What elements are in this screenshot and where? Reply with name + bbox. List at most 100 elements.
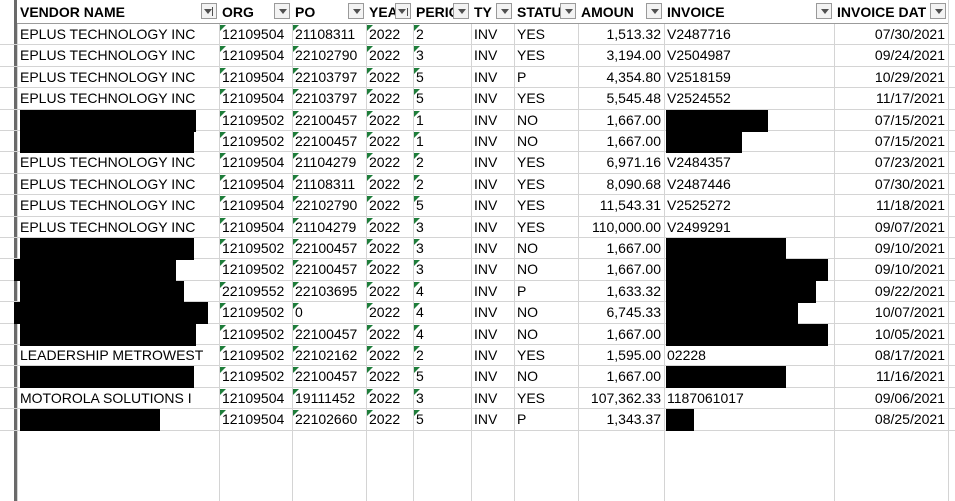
cell-vendor[interactable]: EPLUS TECHNOLOGY INC (17, 45, 219, 66)
cell-amount[interactable]: 4,354.80 (578, 67, 664, 88)
cell-po[interactable]: 22100457 (292, 131, 366, 152)
cell-invoice_date[interactable]: 09/22/2021 (834, 281, 948, 302)
cell-status[interactable]: NO (514, 238, 578, 259)
cell-org[interactable]: 12109504 (219, 388, 292, 409)
cell-type[interactable]: INV (471, 345, 514, 366)
cell-invoice[interactable]: V2487716 (664, 24, 834, 45)
cell-amount[interactable]: 3,194.00 (578, 45, 664, 66)
cell-invoice_date[interactable]: 07/30/2021 (834, 24, 948, 45)
cell-status[interactable]: YES (514, 88, 578, 109)
cell-vendor[interactable]: EPLUS TECHNOLOGY INC (17, 88, 219, 109)
cell-amount[interactable]: 1,667.00 (578, 238, 664, 259)
cell-period[interactable]: 5 (413, 195, 471, 216)
cell-invoice[interactable]: V2525272 (664, 195, 834, 216)
cell-year[interactable]: 2022 (366, 259, 413, 280)
cell-invoice_date[interactable]: 10/29/2021 (834, 67, 948, 88)
cell-invoice[interactable]: V2484357 (664, 152, 834, 173)
cell-year[interactable]: 2022 (366, 110, 413, 131)
cell-po[interactable]: 21108311 (292, 24, 366, 45)
cell-status[interactable]: YES (514, 217, 578, 238)
cell-year[interactable]: 2022 (366, 302, 413, 323)
cell-po[interactable]: 22102162 (292, 345, 366, 366)
cell-type[interactable]: INV (471, 238, 514, 259)
cell-amount[interactable]: 1,513.32 (578, 24, 664, 45)
cell-org[interactable]: 12109502 (219, 324, 292, 345)
cell-invoice_date[interactable]: 11/18/2021 (834, 195, 948, 216)
cell-po[interactable]: 19111452 (292, 388, 366, 409)
cell-invoice_date[interactable]: 11/17/2021 (834, 88, 948, 109)
header-invoice[interactable]: INVOICE (664, 0, 834, 24)
cell-type[interactable]: INV (471, 366, 514, 387)
cell-status[interactable]: NO (514, 131, 578, 152)
filter-dropdown-button[interactable] (646, 3, 662, 19)
cell-type[interactable]: INV (471, 195, 514, 216)
cell-period[interactable]: 4 (413, 281, 471, 302)
cell-po[interactable]: 21104279 (292, 152, 366, 173)
cell-po[interactable]: 22100457 (292, 110, 366, 131)
cell-year[interactable]: 2022 (366, 238, 413, 259)
header-vendor[interactable]: VENDOR NAME (17, 0, 219, 24)
cell-type[interactable]: INV (471, 302, 514, 323)
cell-status[interactable]: NO (514, 110, 578, 131)
cell-status[interactable]: YES (514, 24, 578, 45)
cell-year[interactable]: 2022 (366, 409, 413, 430)
cell-amount[interactable]: 1,667.00 (578, 366, 664, 387)
cell-invoice_date[interactable]: 07/15/2021 (834, 110, 948, 131)
cell-org[interactable]: 12109504 (219, 152, 292, 173)
cell-status[interactable]: P (514, 281, 578, 302)
cell-type[interactable]: INV (471, 324, 514, 345)
filter-dropdown-button[interactable] (496, 3, 512, 19)
cell-invoice[interactable]: V2524552 (664, 88, 834, 109)
cell-org[interactable]: 12109502 (219, 110, 292, 131)
cell-period[interactable]: 2 (413, 345, 471, 366)
filter-dropdown-button[interactable] (201, 3, 217, 19)
cell-po[interactable]: 22100457 (292, 366, 366, 387)
cell-vendor[interactable]: EPLUS TECHNOLOGY INC (17, 195, 219, 216)
cell-po[interactable]: 22100457 (292, 259, 366, 280)
cell-amount[interactable]: 1,633.32 (578, 281, 664, 302)
cell-period[interactable]: 1 (413, 110, 471, 131)
cell-amount[interactable]: 1,595.00 (578, 345, 664, 366)
cell-period[interactable]: 3 (413, 238, 471, 259)
filter-dropdown-button[interactable] (560, 3, 576, 19)
cell-status[interactable]: P (514, 409, 578, 430)
cell-vendor[interactable]: MOTOROLA SOLUTIONS I (17, 388, 219, 409)
cell-year[interactable]: 2022 (366, 281, 413, 302)
cell-vendor[interactable]: EPLUS TECHNOLOGY INC (17, 174, 219, 195)
cell-type[interactable]: INV (471, 24, 514, 45)
cell-year[interactable]: 2022 (366, 174, 413, 195)
cell-type[interactable]: INV (471, 217, 514, 238)
cell-amount[interactable]: 1,667.00 (578, 324, 664, 345)
cell-invoice[interactable]: 02228 (664, 345, 834, 366)
cell-year[interactable]: 2022 (366, 88, 413, 109)
cell-po[interactable]: 21108311 (292, 174, 366, 195)
cell-amount[interactable]: 6,745.33 (578, 302, 664, 323)
cell-year[interactable]: 2022 (366, 217, 413, 238)
cell-invoice[interactable]: 1187061017 (664, 388, 834, 409)
cell-org[interactable]: 12109502 (219, 345, 292, 366)
cell-amount[interactable]: 5,545.48 (578, 88, 664, 109)
cell-status[interactable]: YES (514, 388, 578, 409)
cell-status[interactable]: NO (514, 324, 578, 345)
cell-type[interactable]: INV (471, 45, 514, 66)
cell-type[interactable]: INV (471, 131, 514, 152)
cell-org[interactable]: 12109504 (219, 45, 292, 66)
cell-type[interactable]: INV (471, 409, 514, 430)
cell-amount[interactable]: 1,343.37 (578, 409, 664, 430)
cell-org[interactable]: 12109504 (219, 174, 292, 195)
filter-dropdown-button[interactable] (348, 3, 364, 19)
cell-po[interactable]: 0 (292, 302, 366, 323)
cell-period[interactable]: 5 (413, 67, 471, 88)
cell-vendor[interactable]: EPLUS TECHNOLOGY INC (17, 67, 219, 88)
cell-year[interactable]: 2022 (366, 67, 413, 88)
cell-amount[interactable]: 1,667.00 (578, 259, 664, 280)
cell-invoice[interactable]: V2504987 (664, 45, 834, 66)
cell-po[interactable]: 22102660 (292, 409, 366, 430)
cell-invoice_date[interactable]: 10/05/2021 (834, 324, 948, 345)
cell-invoice_date[interactable]: 07/23/2021 (834, 152, 948, 173)
cell-invoice_date[interactable]: 09/10/2021 (834, 259, 948, 280)
cell-type[interactable]: INV (471, 88, 514, 109)
cell-type[interactable]: INV (471, 152, 514, 173)
cell-invoice_date[interactable]: 09/07/2021 (834, 217, 948, 238)
cell-type[interactable]: INV (471, 259, 514, 280)
